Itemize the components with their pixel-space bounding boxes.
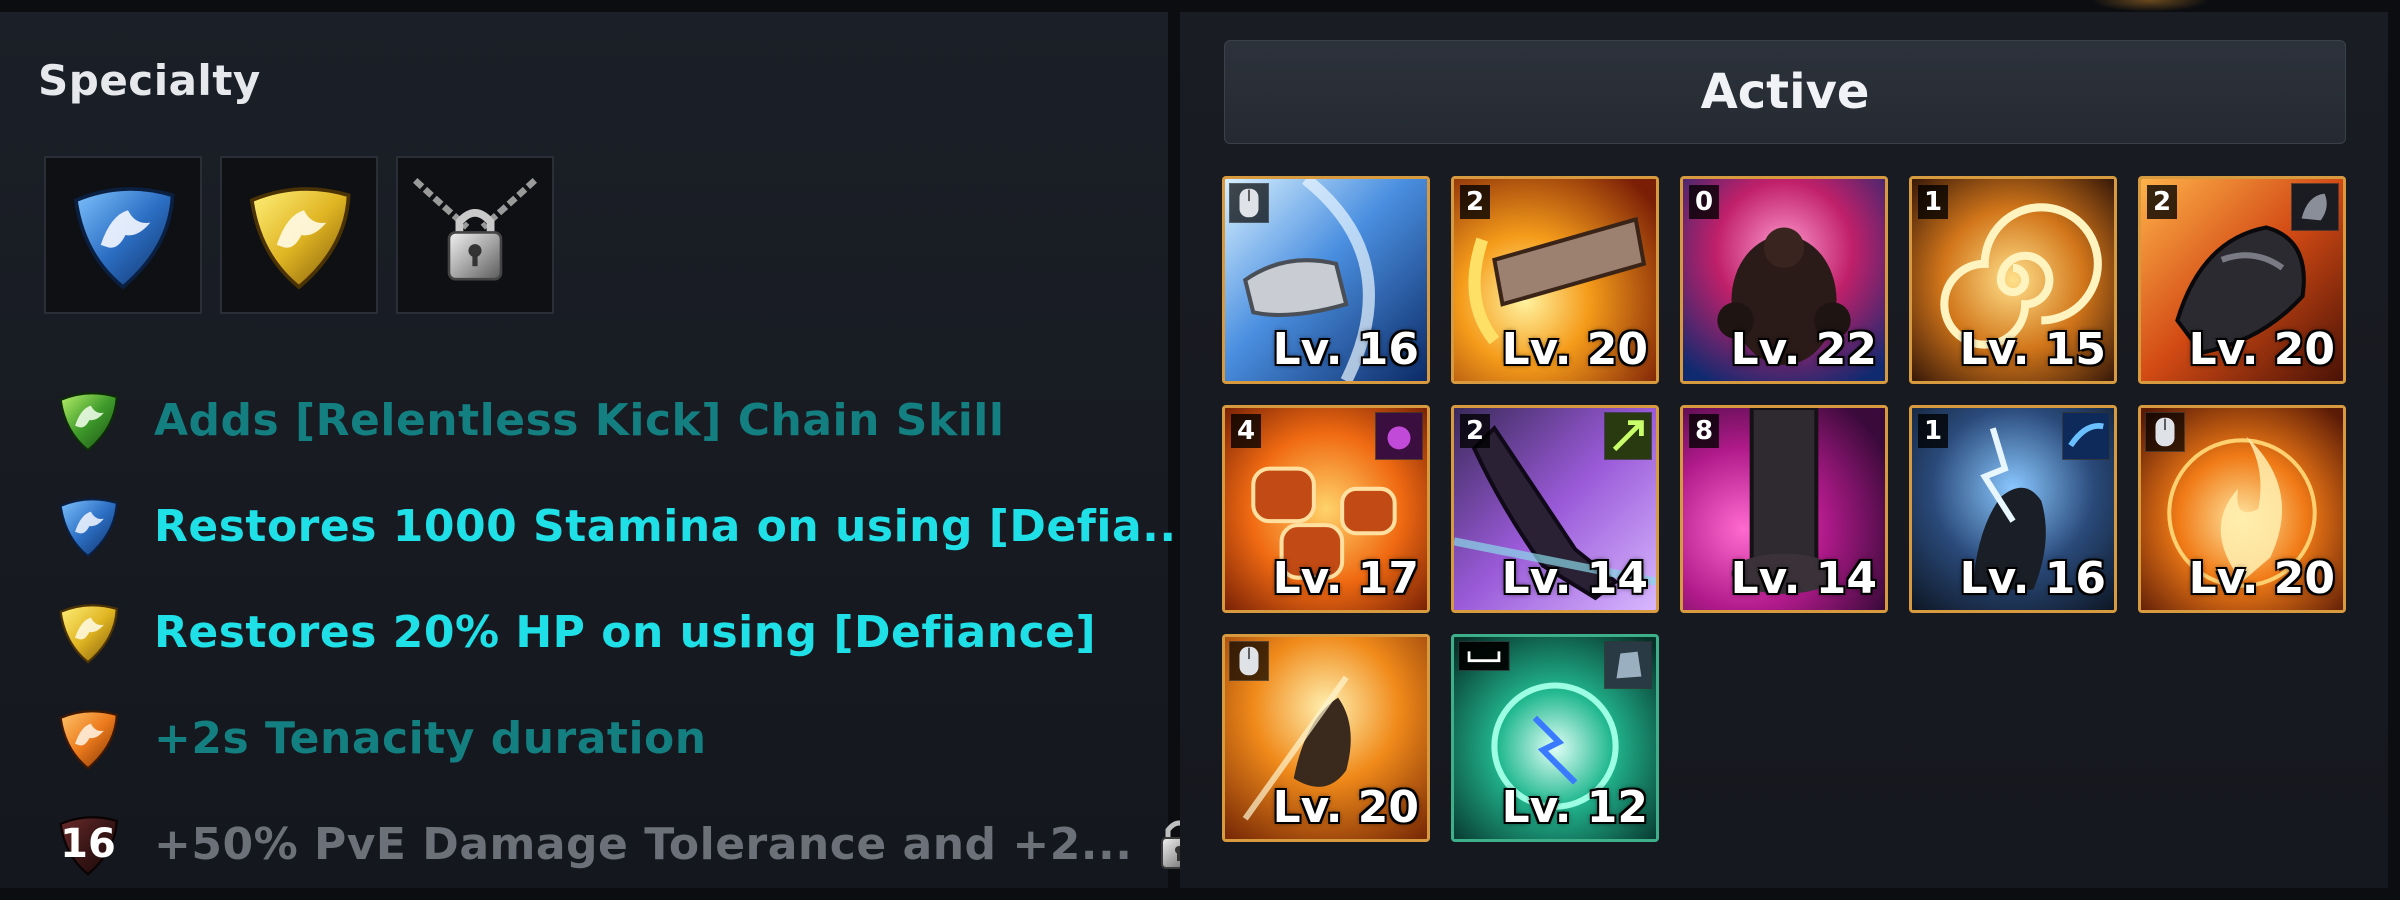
orange-crest-icon	[59, 710, 118, 770]
specialty-panel: Specialty Adds [Relentless Kick] Chain S…	[0, 12, 1198, 888]
specialty-effect-3: Restores 20% HP on using [Defiance]	[52, 579, 1202, 685]
specialty-slot-1[interactable]	[44, 156, 202, 314]
blue-crest-icon	[73, 187, 175, 290]
tab-active-label: Active	[1700, 64, 1870, 120]
skill-tile[interactable]: 2 Lv. 14	[1451, 405, 1659, 613]
mouse-icon	[2145, 412, 2185, 452]
level-requirement: 16	[60, 821, 116, 867]
skill-grid: Lv. 16 2 Lv. 20 0 Lv. 22 1 Lv. 15 2 Lv. …	[1222, 176, 2346, 842]
armor-badge-icon	[2291, 183, 2339, 231]
skill-level: Lv. 15	[1959, 324, 2106, 375]
specialty-slots	[44, 156, 554, 314]
skill-level: Lv. 20	[1501, 324, 1648, 375]
skill-cost: 4	[1231, 414, 1261, 448]
dark-crest-icon: 16	[52, 804, 124, 884]
effect-text: +2s Tenacity duration	[154, 712, 707, 764]
skills-panel: Active Lv. 16 2 Lv. 20 0 Lv. 22 1 Lv. 15…	[1180, 12, 2388, 888]
purple-badge-icon	[1375, 412, 1423, 460]
blue-badge-icon	[2062, 412, 2110, 460]
gold-crest-icon	[59, 604, 118, 664]
skill-cost: 1	[1918, 414, 1948, 448]
space-key-icon	[1458, 641, 1510, 671]
skill-cost: 8	[1689, 414, 1719, 448]
gold-crest-icon	[249, 187, 351, 290]
stone-badge-icon	[1604, 641, 1652, 689]
green-crest-icon	[59, 392, 118, 452]
panel-title: Specialty	[38, 56, 261, 105]
skill-level: Lv. 16	[1959, 553, 2106, 604]
skill-cost: 2	[2147, 185, 2177, 219]
skill-level: Lv. 20	[2188, 553, 2335, 604]
skill-level: Lv. 20	[2188, 324, 2335, 375]
skill-level: Lv. 22	[1730, 324, 1877, 375]
specialty-effect-2: Restores 1000 Stamina on using [Defia...	[52, 473, 1202, 579]
skill-level: Lv. 16	[1272, 324, 1419, 375]
skill-level: Lv. 20	[1272, 782, 1419, 833]
skill-level: Lv. 12	[1501, 782, 1648, 833]
specialty-slot-3-locked[interactable]	[396, 156, 554, 314]
skill-tile[interactable]: 1 Lv. 16	[1909, 405, 2117, 613]
specialty-effect-1: Adds [Relentless Kick] Chain Skill	[52, 367, 1202, 473]
specialty-slot-2[interactable]	[220, 156, 378, 314]
top-edge-glow	[2090, 0, 2210, 12]
skill-cost: 0	[1689, 185, 1719, 219]
effect-text: +50% PvE Damage Tolerance and +2...	[154, 818, 1133, 870]
skill-tile[interactable]: 1 Lv. 15	[1909, 176, 2117, 384]
blue-crest-icon	[59, 498, 118, 558]
skill-tile[interactable]: 0 Lv. 22	[1680, 176, 1888, 384]
specialty-effects-list: Adds [Relentless Kick] Chain Skill Resto…	[52, 367, 1202, 897]
green-badge-icon	[1604, 412, 1652, 460]
effect-text: Adds [Relentless Kick] Chain Skill	[154, 394, 1005, 446]
mouse-icon	[1229, 641, 1269, 681]
effect-text: Restores 1000 Stamina on using [Defia...	[154, 500, 1194, 552]
skill-cost: 2	[1460, 414, 1490, 448]
effect-text: Restores 20% HP on using [Defiance]	[154, 606, 1097, 658]
skill-tile[interactable]: 2 Lv. 20	[1451, 176, 1659, 384]
specialty-effect-4: +2s Tenacity duration	[52, 685, 1202, 791]
skill-tile[interactable]: 8 Lv. 14	[1680, 405, 1888, 613]
skill-tile[interactable]: Lv. 12	[1451, 634, 1659, 842]
tab-active[interactable]: Active	[1224, 40, 2346, 144]
skill-tile[interactable]: 2 Lv. 20	[2138, 176, 2346, 384]
skill-tile[interactable]: Lv. 16	[1222, 176, 1430, 384]
skill-cost: 2	[1460, 185, 1490, 219]
padlock-chain-icon	[413, 178, 537, 281]
skill-level: Lv. 14	[1730, 553, 1877, 604]
specialty-effect-5-locked: 16 +50% PvE Damage Tolerance and +2...	[52, 791, 1202, 897]
skill-cost: 1	[1918, 185, 1948, 219]
skill-tile[interactable]: 4 Lv. 17	[1222, 405, 1430, 613]
skill-level: Lv. 14	[1501, 553, 1648, 604]
skill-tile[interactable]: Lv. 20	[2138, 405, 2346, 613]
mouse-icon	[1229, 183, 1269, 223]
skill-tile[interactable]: Lv. 20	[1222, 634, 1430, 842]
skill-level: Lv. 17	[1272, 553, 1419, 604]
